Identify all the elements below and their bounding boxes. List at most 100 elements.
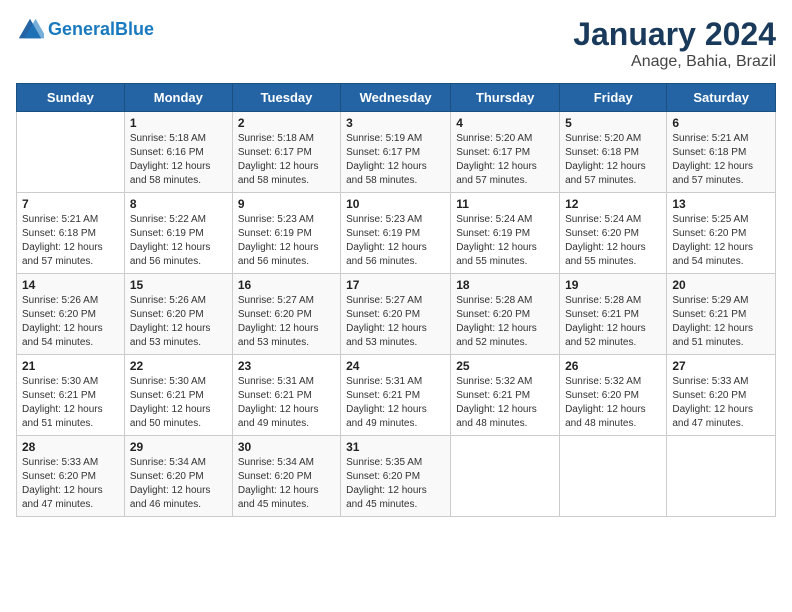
logo: GeneralBlue	[16, 16, 154, 44]
day-info: Sunrise: 5:29 AM Sunset: 6:21 PM Dayligh…	[672, 294, 770, 350]
calendar-week-2: 14 Sunrise: 5:26 AM Sunset: 6:20 PM Dayli…	[17, 274, 776, 355]
day-number: 25	[456, 359, 554, 373]
calendar-cell: 4 Sunrise: 5:20 AM Sunset: 6:17 PM Daylig…	[451, 112, 560, 193]
day-info: Sunrise: 5:30 AM Sunset: 6:21 PM Dayligh…	[22, 375, 119, 431]
day-info: Sunrise: 5:19 AM Sunset: 6:17 PM Dayligh…	[346, 132, 445, 188]
calendar-week-0: 1 Sunrise: 5:18 AM Sunset: 6:16 PM Daylig…	[17, 112, 776, 193]
calendar-cell: 27Sunrise: 5:33 AM Sunset: 6:20 PM Dayli…	[667, 355, 776, 436]
day-info: Sunrise: 5:27 AM Sunset: 6:20 PM Dayligh…	[346, 294, 445, 350]
day-info: Sunrise: 5:24 AM Sunset: 6:20 PM Dayligh…	[565, 213, 661, 269]
calendar-cell: 28 Sunrise: 5:33 AM Sunset: 6:20 PM Dayli…	[17, 436, 125, 517]
calendar-cell: 10Sunrise: 5:23 AM Sunset: 6:19 PM Dayli…	[341, 193, 451, 274]
calendar-cell	[667, 436, 776, 517]
calendar-week-3: 21Sunrise: 5:30 AM Sunset: 6:21 PM Dayli…	[17, 355, 776, 436]
day-number: 24	[346, 359, 445, 373]
day-info: Sunrise: 5:30 AM Sunset: 6:21 PM Dayligh…	[130, 375, 227, 431]
day-info: Sunrise: 5:33 AM Sunset: 6:20 PM Dayligh…	[22, 456, 119, 512]
calendar-cell	[560, 436, 667, 517]
calendar-cell: 22 Sunrise: 5:30 AM Sunset: 6:21 PM Dayli…	[124, 355, 232, 436]
day-number: 17	[346, 278, 445, 292]
day-number: 19	[565, 278, 661, 292]
calendar-cell: 24 Sunrise: 5:31 AM Sunset: 6:21 PM Dayli…	[341, 355, 451, 436]
day-info: Sunrise: 5:28 AM Sunset: 6:21 PM Dayligh…	[565, 294, 661, 350]
header-cell-wednesday: Wednesday	[341, 84, 451, 112]
calendar-cell	[17, 112, 125, 193]
day-number: 16	[238, 278, 335, 292]
day-number: 4	[456, 116, 554, 130]
day-info: Sunrise: 5:32 AM Sunset: 6:21 PM Dayligh…	[456, 375, 554, 431]
day-number: 12	[565, 197, 661, 211]
day-info: Sunrise: 5:21 AM Sunset: 6:18 PM Dayligh…	[672, 132, 770, 188]
day-number: 30	[238, 440, 335, 454]
day-number: 20	[672, 278, 770, 292]
header-cell-tuesday: Tuesday	[232, 84, 340, 112]
day-number: 22	[130, 359, 227, 373]
header-cell-monday: Monday	[124, 84, 232, 112]
day-info: Sunrise: 5:26 AM Sunset: 6:20 PM Dayligh…	[22, 294, 119, 350]
calendar-table: SundayMondayTuesdayWednesdayThursdayFrid…	[16, 83, 776, 517]
day-number: 31	[346, 440, 445, 454]
day-info: Sunrise: 5:26 AM Sunset: 6:20 PM Dayligh…	[130, 294, 227, 350]
header-cell-sunday: Sunday	[17, 84, 125, 112]
day-info: Sunrise: 5:27 AM Sunset: 6:20 PM Dayligh…	[238, 294, 335, 350]
day-info: Sunrise: 5:25 AM Sunset: 6:20 PM Dayligh…	[672, 213, 770, 269]
day-number: 3	[346, 116, 445, 130]
header-row: SundayMondayTuesdayWednesdayThursdayFrid…	[17, 84, 776, 112]
calendar-cell: 19 Sunrise: 5:28 AM Sunset: 6:21 PM Dayli…	[560, 274, 667, 355]
page-header: GeneralBlue January 2024 Anage, Bahia, B…	[16, 16, 776, 71]
calendar-cell: 16 Sunrise: 5:27 AM Sunset: 6:20 PM Dayli…	[232, 274, 340, 355]
day-number: 5	[565, 116, 661, 130]
day-number: 6	[672, 116, 770, 130]
calendar-cell: 23Sunrise: 5:31 AM Sunset: 6:21 PM Dayli…	[232, 355, 340, 436]
day-info: Sunrise: 5:24 AM Sunset: 6:19 PM Dayligh…	[456, 213, 554, 269]
day-info: Sunrise: 5:22 AM Sunset: 6:19 PM Dayligh…	[130, 213, 227, 269]
day-info: Sunrise: 5:33 AM Sunset: 6:20 PM Dayligh…	[672, 375, 770, 431]
calendar-cell: 31 Sunrise: 5:35 AM Sunset: 6:20 PM Dayli…	[341, 436, 451, 517]
day-info: Sunrise: 5:18 AM Sunset: 6:16 PM Dayligh…	[130, 132, 227, 188]
calendar-body: 1 Sunrise: 5:18 AM Sunset: 6:16 PM Daylig…	[17, 112, 776, 517]
day-info: Sunrise: 5:20 AM Sunset: 6:18 PM Dayligh…	[565, 132, 661, 188]
calendar-cell: 2 Sunrise: 5:18 AM Sunset: 6:17 PM Daylig…	[232, 112, 340, 193]
day-number: 11	[456, 197, 554, 211]
calendar-week-4: 28 Sunrise: 5:33 AM Sunset: 6:20 PM Dayli…	[17, 436, 776, 517]
logo-icon	[16, 16, 44, 44]
day-number: 10	[346, 197, 445, 211]
calendar-cell: 1 Sunrise: 5:18 AM Sunset: 6:16 PM Daylig…	[124, 112, 232, 193]
day-info: Sunrise: 5:35 AM Sunset: 6:20 PM Dayligh…	[346, 456, 445, 512]
day-info: Sunrise: 5:28 AM Sunset: 6:20 PM Dayligh…	[456, 294, 554, 350]
day-info: Sunrise: 5:18 AM Sunset: 6:17 PM Dayligh…	[238, 132, 335, 188]
calendar-cell: 15Sunrise: 5:26 AM Sunset: 6:20 PM Dayli…	[124, 274, 232, 355]
day-number: 1	[130, 116, 227, 130]
day-number: 13	[672, 197, 770, 211]
calendar-cell: 26 Sunrise: 5:32 AM Sunset: 6:20 PM Dayli…	[560, 355, 667, 436]
logo-text-line1: GeneralBlue	[48, 20, 154, 40]
calendar-cell: 18 Sunrise: 5:28 AM Sunset: 6:20 PM Dayli…	[451, 274, 560, 355]
calendar-title: January 2024	[573, 16, 776, 53]
day-info: Sunrise: 5:32 AM Sunset: 6:20 PM Dayligh…	[565, 375, 661, 431]
day-number: 2	[238, 116, 335, 130]
day-number: 29	[130, 440, 227, 454]
calendar-cell: 9Sunrise: 5:23 AM Sunset: 6:19 PM Daylig…	[232, 193, 340, 274]
day-info: Sunrise: 5:20 AM Sunset: 6:17 PM Dayligh…	[456, 132, 554, 188]
calendar-cell: 13 Sunrise: 5:25 AM Sunset: 6:20 PM Dayli…	[667, 193, 776, 274]
day-number: 14	[22, 278, 119, 292]
header-cell-saturday: Saturday	[667, 84, 776, 112]
day-number: 9	[238, 197, 335, 211]
day-info: Sunrise: 5:31 AM Sunset: 6:21 PM Dayligh…	[238, 375, 335, 431]
calendar-cell: 5 Sunrise: 5:20 AM Sunset: 6:18 PM Daylig…	[560, 112, 667, 193]
day-number: 18	[456, 278, 554, 292]
day-number: 8	[130, 197, 227, 211]
day-number: 28	[22, 440, 119, 454]
day-info: Sunrise: 5:31 AM Sunset: 6:21 PM Dayligh…	[346, 375, 445, 431]
calendar-header: SundayMondayTuesdayWednesdayThursdayFrid…	[17, 84, 776, 112]
day-info: Sunrise: 5:34 AM Sunset: 6:20 PM Dayligh…	[130, 456, 227, 512]
calendar-cell: 11 Sunrise: 5:24 AM Sunset: 6:19 PM Dayli…	[451, 193, 560, 274]
calendar-cell: 7Sunrise: 5:21 AM Sunset: 6:18 PM Daylig…	[17, 193, 125, 274]
calendar-cell: 3 Sunrise: 5:19 AM Sunset: 6:17 PM Daylig…	[341, 112, 451, 193]
calendar-cell: 21Sunrise: 5:30 AM Sunset: 6:21 PM Dayli…	[17, 355, 125, 436]
title-block: January 2024 Anage, Bahia, Brazil	[573, 16, 776, 71]
day-number: 26	[565, 359, 661, 373]
calendar-cell: 14 Sunrise: 5:26 AM Sunset: 6:20 PM Dayli…	[17, 274, 125, 355]
header-cell-friday: Friday	[560, 84, 667, 112]
calendar-cell: 6 Sunrise: 5:21 AM Sunset: 6:18 PM Daylig…	[667, 112, 776, 193]
